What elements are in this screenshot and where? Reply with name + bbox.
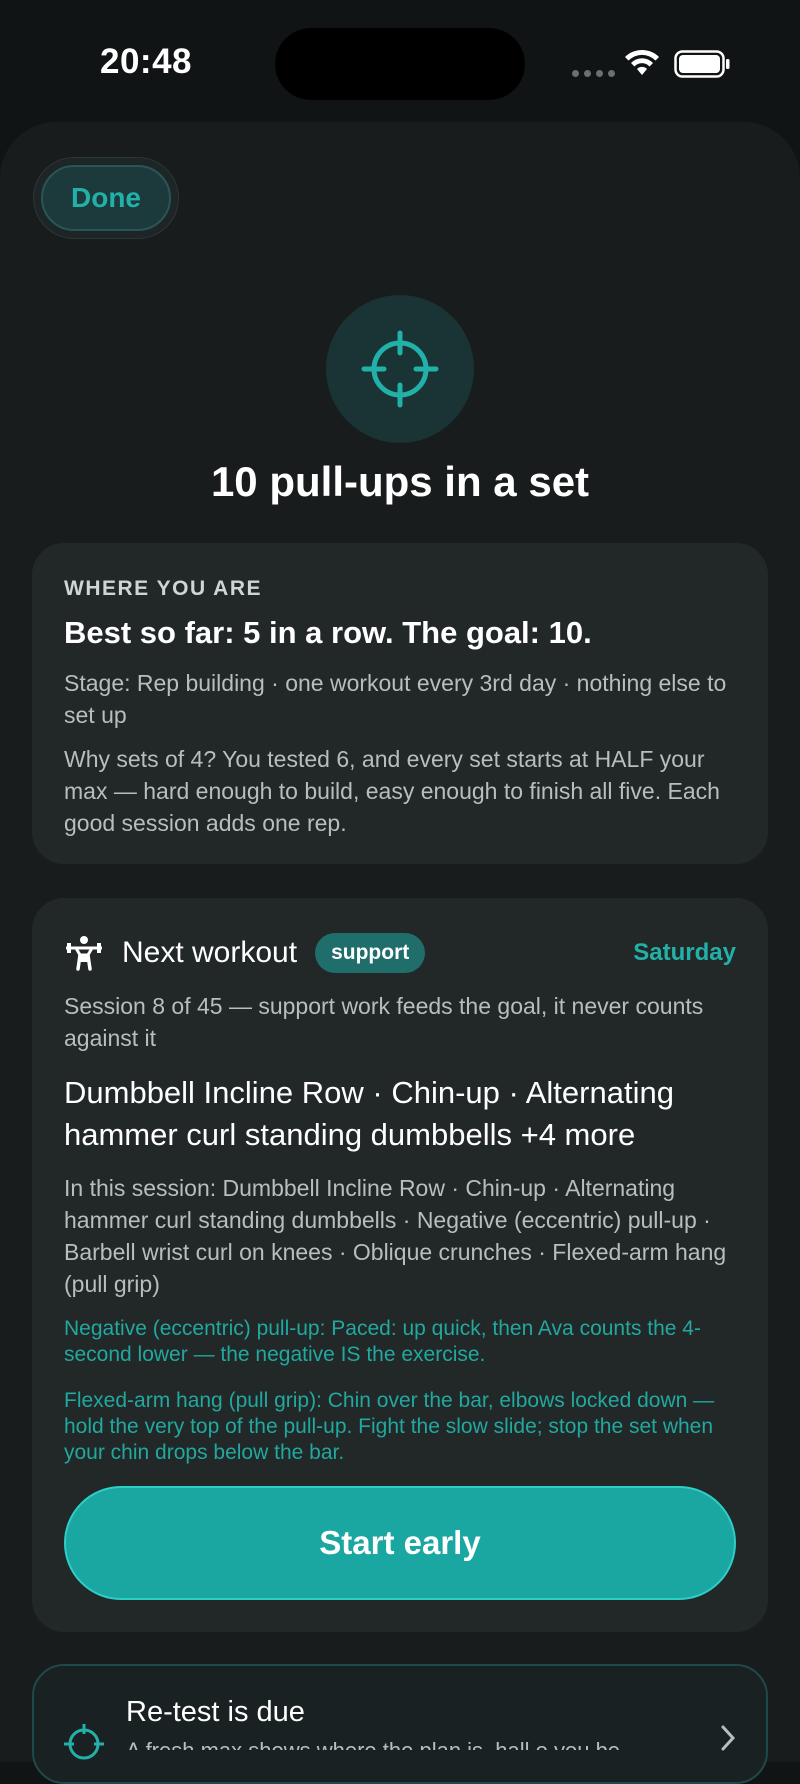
session-exercise-list: In this session: Dumbbell Incline Row · … bbox=[64, 1175, 727, 1297]
crosshair-icon bbox=[361, 330, 439, 408]
exercise-tip: Negative (eccentric) pull-up: Paced: up … bbox=[64, 1317, 701, 1366]
battery-icon bbox=[674, 50, 730, 78]
where-eyebrow: WHERE YOU ARE bbox=[64, 577, 263, 600]
cellular-signal-icon bbox=[572, 70, 615, 77]
done-button[interactable]: Done bbox=[33, 157, 179, 239]
explanation-text: Why sets of 4? You tested 6, and every s… bbox=[64, 746, 720, 836]
support-badge: support bbox=[315, 933, 426, 973]
crosshair-icon bbox=[64, 1724, 104, 1760]
goal-icon-badge bbox=[326, 295, 474, 443]
stage-text: Stage: Rep building · one workout every … bbox=[64, 670, 727, 728]
weightlifter-icon bbox=[66, 936, 102, 971]
status-bar: 20:48 bbox=[0, 0, 800, 120]
next-workout-card[interactable]: Next workout support Saturday Session 8 … bbox=[32, 898, 768, 1632]
done-button-label[interactable]: Done bbox=[41, 165, 171, 231]
status-time: 20:48 bbox=[100, 42, 193, 81]
chevron-right-icon bbox=[721, 1725, 736, 1751]
where-you-are-card: WHERE YOU ARE Best so far: 5 in a row. T… bbox=[32, 543, 768, 864]
where-headline: Best so far: 5 in a row. The goal: 10. bbox=[64, 615, 592, 650]
retest-card[interactable]: Re-test is due A fresh max shows where t… bbox=[32, 1664, 768, 1784]
next-workout-day: Saturday bbox=[633, 939, 736, 966]
exercises-headline: Dumbbell Incline Row · Chin-up · Alterna… bbox=[64, 1075, 674, 1152]
start-early-button[interactable]: Start early bbox=[64, 1486, 736, 1600]
retest-title: Re-test is due bbox=[126, 1696, 305, 1728]
next-workout-header: Next workout support Saturday bbox=[64, 930, 736, 976]
next-workout-title: Next workout bbox=[122, 936, 298, 969]
wifi-icon bbox=[625, 49, 659, 75]
dynamic-island bbox=[275, 28, 525, 100]
retest-subtitle: A fresh max shows where the plan is, hal… bbox=[126, 1738, 686, 1750]
goal-title: 10 pull-ups in a set bbox=[210, 458, 590, 505]
session-progress: Session 8 of 45 — support work feeds the… bbox=[64, 993, 704, 1051]
exercise-tip: Flexed-arm hang (pull grip): Chin over t… bbox=[64, 1389, 715, 1464]
